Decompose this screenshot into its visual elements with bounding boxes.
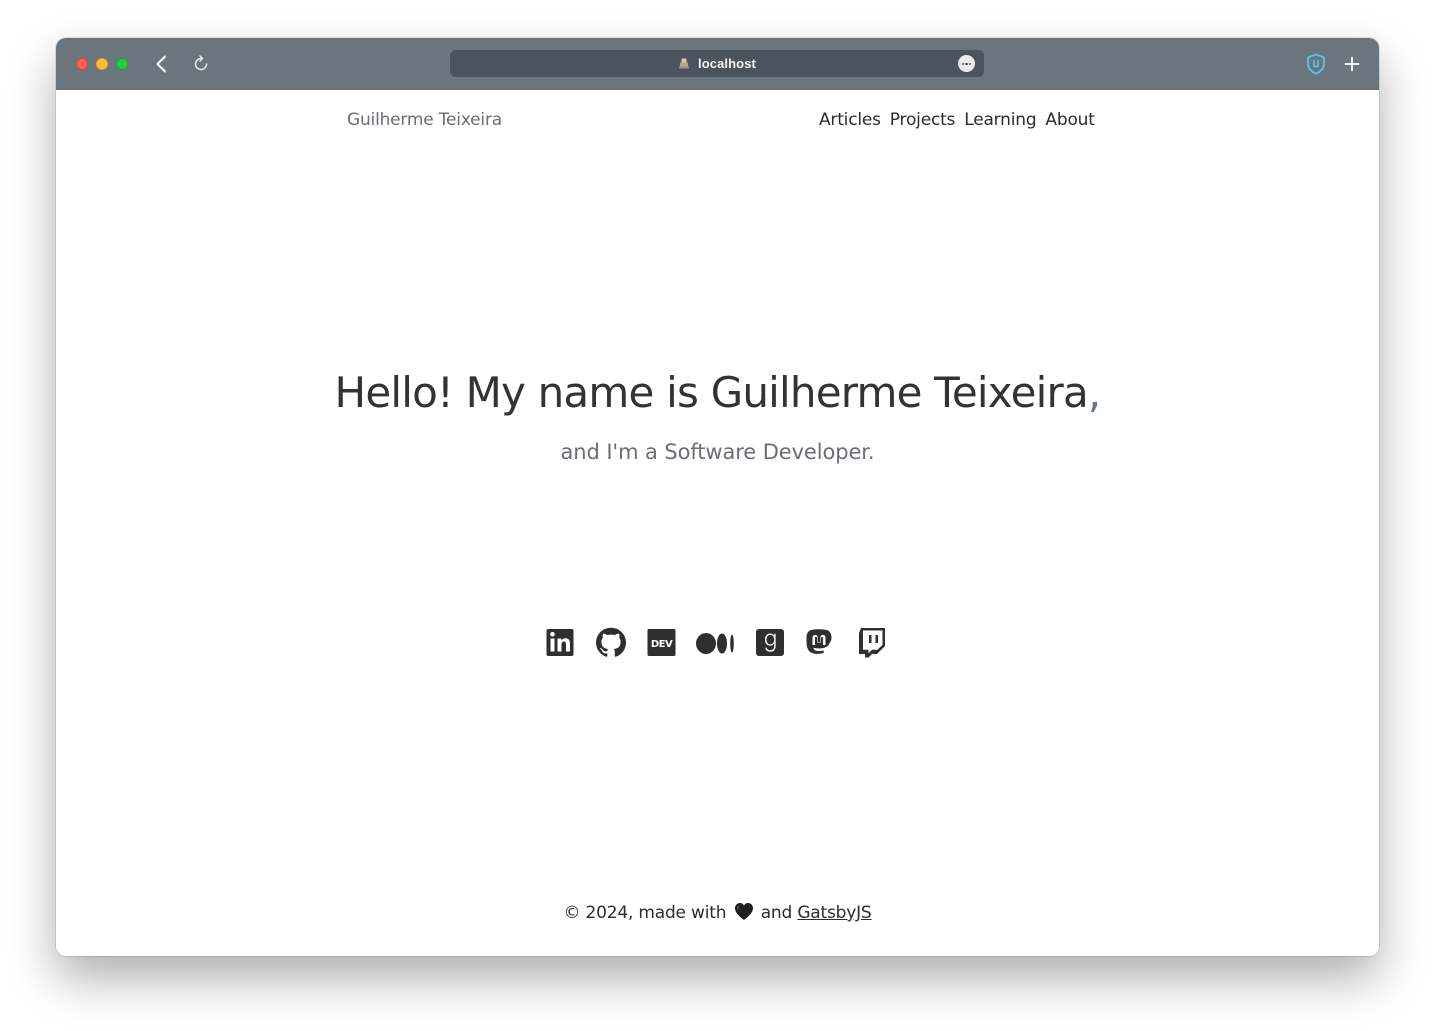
url-text: localhost xyxy=(698,56,756,71)
shield-extension-icon[interactable] xyxy=(1304,52,1328,76)
new-tab-plus-icon[interactable] xyxy=(1340,52,1364,76)
goodreads-icon[interactable] xyxy=(754,626,786,658)
minimize-window-button[interactable] xyxy=(96,58,108,70)
social-links: DEV xyxy=(545,626,890,658)
main-nav: Articles Projects Learning About xyxy=(819,110,1095,130)
zoom-window-button[interactable] xyxy=(116,58,128,70)
close-window-button[interactable] xyxy=(76,58,88,70)
reload-icon[interactable] xyxy=(191,53,211,75)
svg-text:DEV: DEV xyxy=(651,639,673,650)
nav-item-articles[interactable]: Articles xyxy=(819,110,881,130)
browser-window: localhost Guilherme Teixeira Articles Pr… xyxy=(56,38,1379,956)
linkedin-icon[interactable] xyxy=(545,626,577,658)
github-icon[interactable] xyxy=(595,626,627,658)
black-heart-icon xyxy=(734,902,754,926)
hero-title: Hello! My name is Guilherme Teixeira, xyxy=(56,368,1379,417)
nav-item-learning[interactable]: Learning xyxy=(964,110,1036,130)
site-title[interactable]: Guilherme Teixeira xyxy=(347,110,502,130)
nav-item-about[interactable]: About xyxy=(1045,110,1094,130)
browser-toolbar: localhost xyxy=(56,38,1379,90)
footer-conjunction: and xyxy=(760,903,793,923)
nav-item-projects[interactable]: Projects xyxy=(890,110,956,130)
gatsbyjs-link[interactable]: GatsbyJS xyxy=(797,903,871,923)
twitch-icon[interactable] xyxy=(856,626,888,658)
hero-subtitle: and I'm a Software Developer. xyxy=(560,440,875,464)
footer-prefix: © 2024, made with xyxy=(563,903,727,923)
medium-icon[interactable] xyxy=(695,626,737,658)
web-page: Guilherme Teixeira Articles Projects Lea… xyxy=(56,90,1379,956)
back-icon[interactable] xyxy=(152,53,172,75)
footer: © 2024, made with and GatsbyJS xyxy=(56,902,1379,926)
hero-title-text: Hello! My name is Guilherme Teixeira xyxy=(334,368,1089,417)
mastodon-icon[interactable] xyxy=(803,626,835,658)
dev-icon[interactable]: DEV xyxy=(645,626,677,658)
more-options-icon[interactable] xyxy=(958,55,975,72)
tab-favicon-icon xyxy=(678,54,690,73)
address-bar[interactable]: localhost xyxy=(450,50,984,77)
hero-title-comma: , xyxy=(1087,368,1101,417)
